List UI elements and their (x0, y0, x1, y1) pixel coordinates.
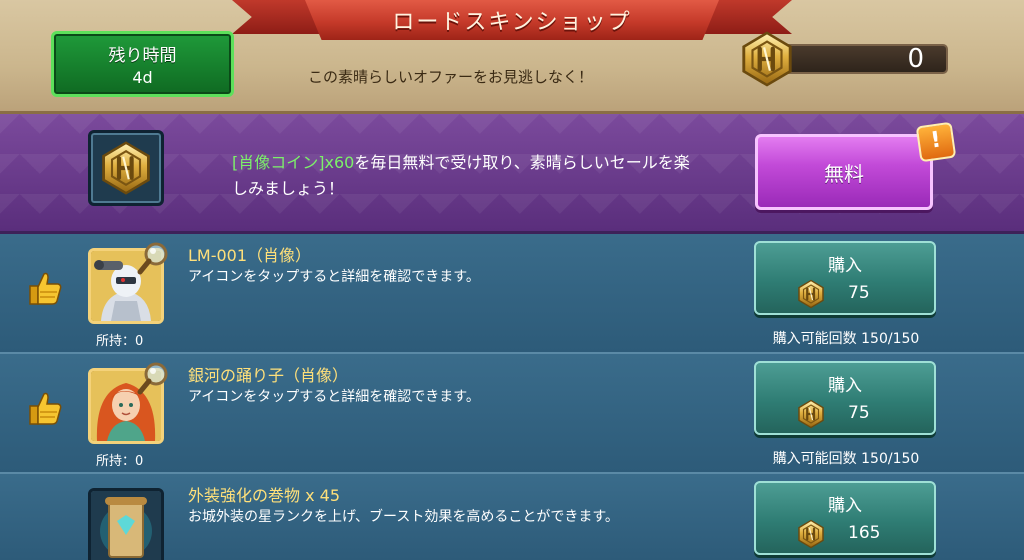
page-title: ロードスキンショップ (305, 0, 719, 40)
remaining-time-value: 4d (132, 68, 153, 87)
portrait-coin-icon (98, 140, 154, 196)
item-name: LM-001（肖像） (188, 246, 312, 265)
free-claim-button[interactable]: 無料 (755, 134, 933, 210)
item-description: アイコンをタップすると詳細を確認できます。 (188, 389, 480, 405)
item-name: 銀河の踊り子（肖像） (188, 366, 349, 385)
buy-button-label: 購入 (828, 376, 862, 396)
purchase-limit: 購入可能回数 150/150 (772, 331, 920, 347)
thumbs-up-icon (24, 388, 64, 428)
item-name: 外装強化の巻物 x 45 (188, 486, 341, 505)
item-scroll-frame[interactable] (88, 488, 164, 560)
free-offer-highlight: [肖像コイン]x60 (232, 153, 355, 172)
portrait-coin-icon (796, 519, 826, 549)
buy-button-label: 購入 (828, 256, 862, 276)
portrait-coin-icon (796, 399, 826, 429)
remaining-time-label: 残り時間 (108, 46, 177, 66)
alert-badge-icon: ! (915, 121, 957, 163)
buy-price: 75 (848, 283, 870, 303)
owned-count: 所持：0 (96, 454, 144, 469)
remaining-time-box: 残り時間 4d (51, 31, 234, 97)
shop-item-row: 所持：0 LM-001（肖像） アイコンをタップすると詳細を確認できます。 購入… (0, 234, 1024, 354)
thumbs-up-icon (24, 268, 64, 308)
magnifier-icon[interactable] (136, 360, 172, 396)
shop-header: ロードスキンショップ 残り時間 4d この素晴らしいオファーをお見逃しなく！ 0 (0, 0, 1024, 114)
portrait-coin-icon (738, 30, 796, 88)
owned-count: 所持：0 (96, 334, 144, 349)
free-offer-description: [肖像コイン]x60を毎日無料で受け取り、素晴らしいセールを楽しみましょう！ (232, 150, 702, 202)
scroll-icon (91, 491, 161, 560)
item-description: お城外装の星ランクを上げ、ブースト効果を高めることができます。 (188, 509, 619, 525)
purchase-limit: 購入可能回数 150/150 (772, 451, 920, 467)
shop-item-row: 外装強化の巻物 x 45 お城外装の星ランクを上げ、ブースト効果を高めることがで… (0, 474, 1024, 560)
buy-button[interactable]: 購入 165 (754, 481, 936, 555)
buy-button[interactable]: 購入 75 (754, 241, 936, 315)
buy-button[interactable]: 購入 75 (754, 361, 936, 435)
shop-item-row: 所持：0 銀河の踊り子（肖像） アイコンをタップすると詳細を確認できます。 購入… (0, 354, 1024, 474)
free-offer-icon-frame[interactable] (88, 130, 164, 206)
portrait-coin-icon (796, 279, 826, 309)
magnifier-icon[interactable] (136, 240, 172, 276)
buy-button-label: 購入 (828, 496, 862, 516)
buy-price: 75 (848, 403, 870, 423)
item-description: アイコンをタップすると詳細を確認できます。 (188, 269, 480, 285)
free-offer-row: [肖像コイン]x60を毎日無料で受け取り、素晴らしいセールを楽しみましょう！ 無… (0, 114, 1024, 234)
promo-text: この素晴らしいオファーをお見逃しなく！ (308, 68, 594, 86)
buy-price: 165 (848, 523, 881, 543)
